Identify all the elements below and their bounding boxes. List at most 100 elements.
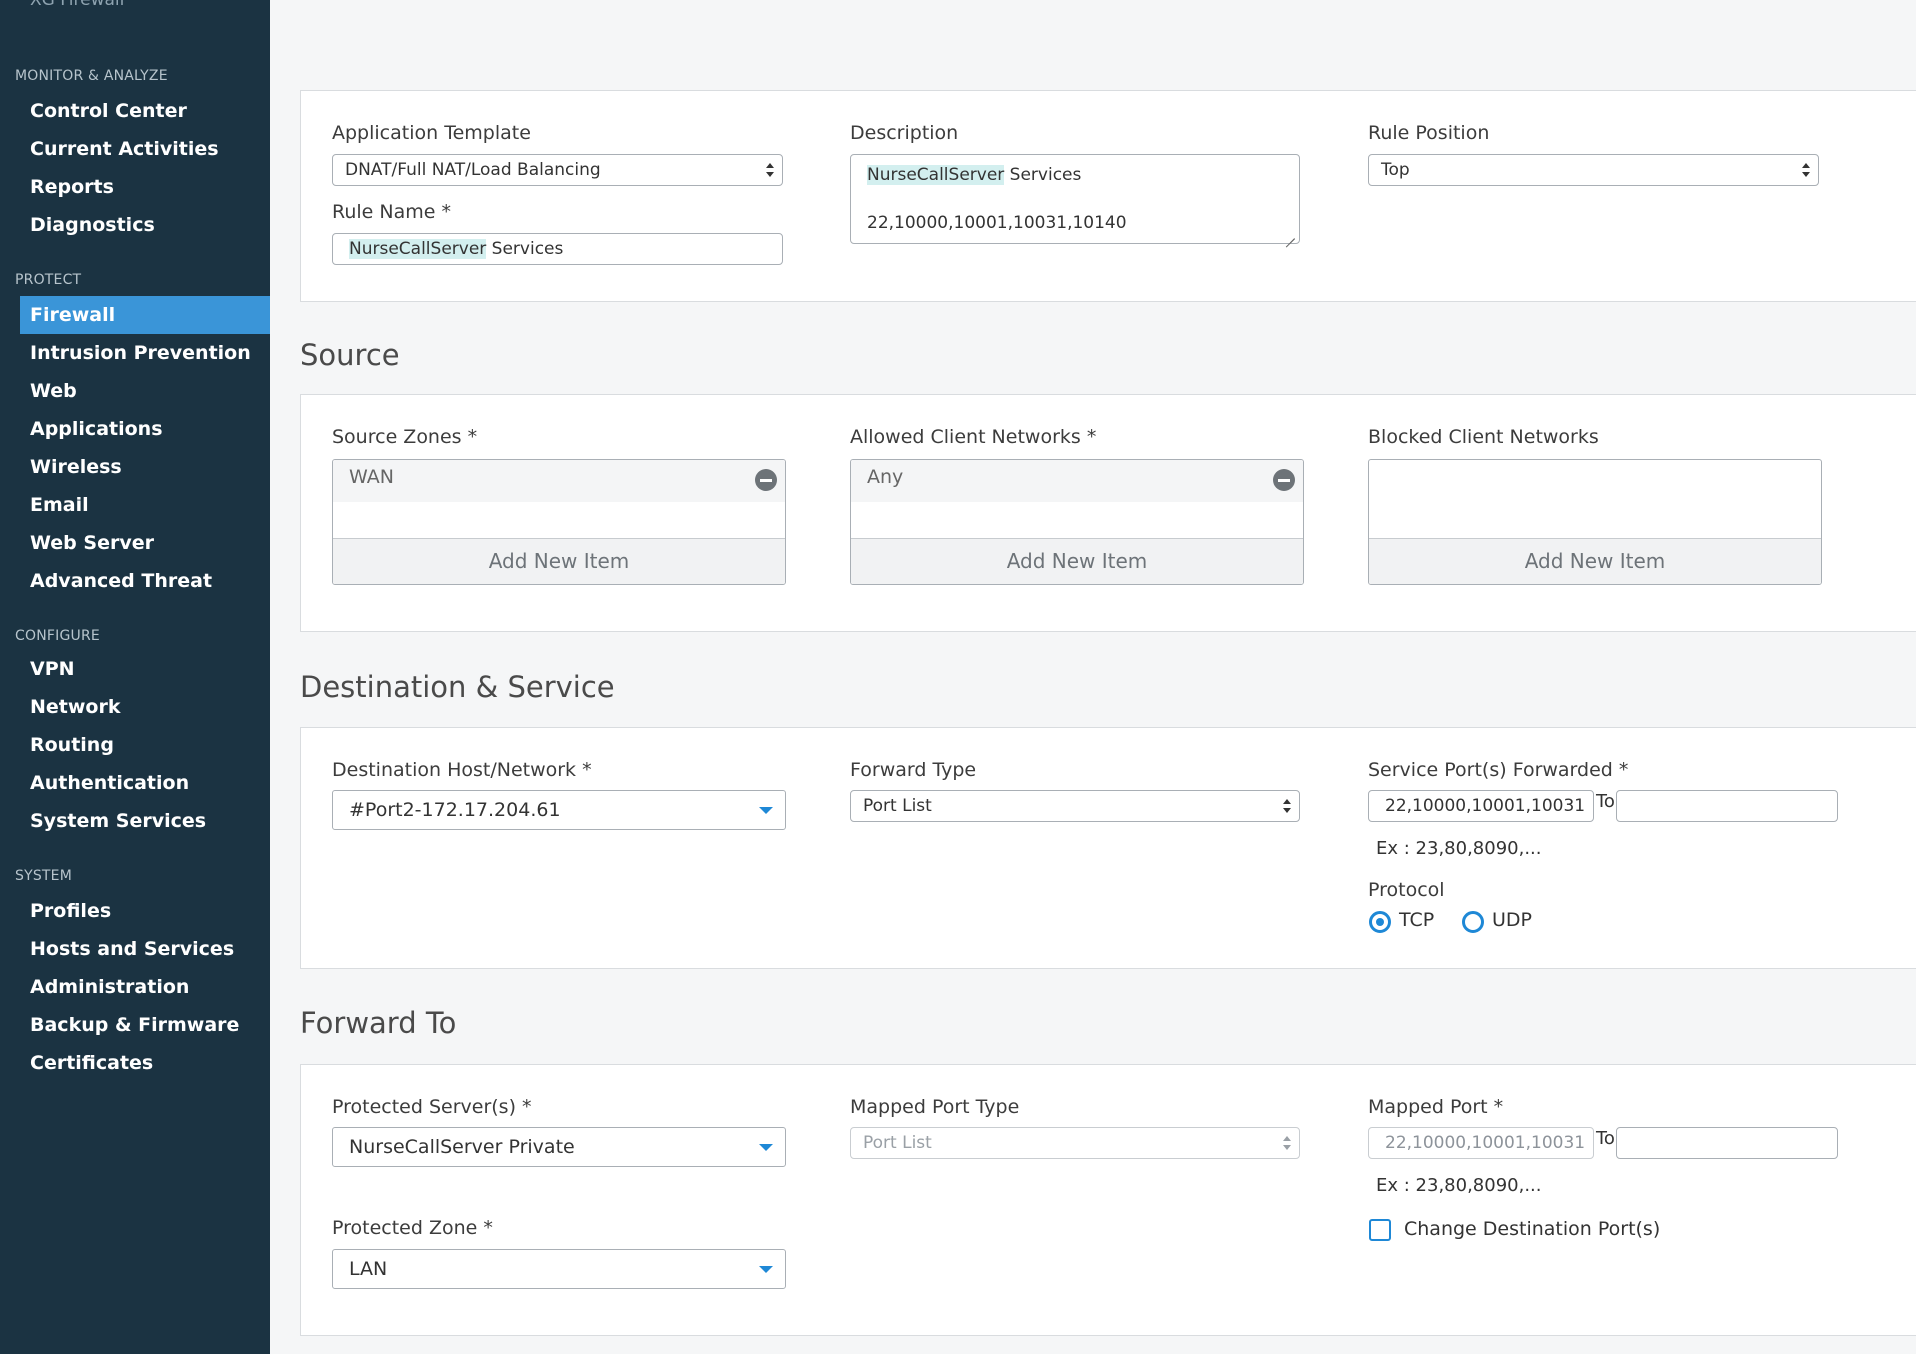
- source-heading: Source: [300, 338, 400, 372]
- mapped-port-type-value: Port List: [863, 1133, 932, 1153]
- chevron-down-icon: [759, 1144, 773, 1151]
- app-template-value: DNAT/Full NAT/Load Balancing: [345, 160, 601, 180]
- protected-server-label: Protected Server(s) *: [332, 1096, 532, 1118]
- select-arrows-icon: [1283, 797, 1291, 815]
- sidebar-section-configure: CONFIGURE: [15, 628, 100, 644]
- chevron-down-icon: [759, 807, 773, 814]
- sidebar-item-routing[interactable]: Routing: [20, 726, 270, 764]
- app-template-label: Application Template: [332, 122, 531, 144]
- service-ports-input[interactable]: 22,10000,10001,10031: [1368, 790, 1594, 822]
- source-zone-value: WAN: [349, 466, 394, 488]
- to-label: To: [1596, 791, 1615, 812]
- source-zones-label: Source Zones *: [332, 426, 478, 448]
- rule-name-label: Rule Name *: [332, 201, 451, 223]
- app-template-select[interactable]: DNAT/Full NAT/Load Balancing: [332, 154, 783, 186]
- forward-type-label: Forward Type: [850, 759, 977, 781]
- protocol-tcp-radio[interactable]: [1369, 911, 1391, 933]
- description-textarea[interactable]: NurseCallServer Services 22,10000,10001,…: [850, 154, 1300, 244]
- protocol-tcp-label: TCP: [1399, 909, 1435, 931]
- list-item: Any: [851, 460, 1303, 502]
- mapped-port-label: Mapped Port *: [1368, 1096, 1504, 1118]
- description-line2: 22,10000,10001,10031,10140: [867, 213, 1127, 233]
- protected-server-select[interactable]: NurseCallServer Private: [332, 1127, 786, 1167]
- sidebar-item-administration[interactable]: Administration: [20, 968, 270, 1006]
- destination-host-value: #Port2-172.17.204.61: [349, 799, 561, 821]
- sidebar-item-firewall[interactable]: Firewall: [20, 296, 270, 334]
- add-new-item-button[interactable]: Add New Item: [1369, 538, 1821, 584]
- sidebar-item-vpn[interactable]: VPN: [20, 650, 270, 688]
- allowed-networks-list: Any Add New Item: [850, 459, 1304, 585]
- sidebar-item-applications[interactable]: Applications: [20, 410, 270, 448]
- description-highlight: NurseCallServer: [867, 165, 1005, 185]
- rule-position-label: Rule Position: [1368, 122, 1490, 144]
- mapped-port-example: Ex : 23,80,8090,...: [1376, 1175, 1542, 1196]
- sidebar-section-protect: PROTECT: [15, 272, 82, 288]
- sidebar-item-current-activities[interactable]: Current Activities: [20, 130, 270, 168]
- source-zones-list: WAN Add New Item: [332, 459, 786, 585]
- protocol-label: Protocol: [1368, 879, 1445, 901]
- add-new-item-button[interactable]: Add New Item: [851, 538, 1303, 584]
- add-new-item-button[interactable]: Add New Item: [333, 538, 785, 584]
- service-ports-example: Ex : 23,80,8090,...: [1376, 838, 1542, 859]
- sidebar-item-network[interactable]: Network: [20, 688, 270, 726]
- description-line1-rest: Services: [1004, 165, 1082, 185]
- destination-heading: Destination & Service: [300, 670, 615, 704]
- sidebar-item-control-center[interactable]: Control Center: [20, 92, 270, 130]
- sidebar-item-certificates[interactable]: Certificates: [20, 1044, 270, 1082]
- change-destination-checkbox[interactable]: [1369, 1219, 1391, 1241]
- forward-type-select[interactable]: Port List: [850, 790, 1300, 822]
- rule-name-input[interactable]: NurseCallServer Services: [332, 233, 783, 265]
- sidebar-item-authentication[interactable]: Authentication: [20, 764, 270, 802]
- sidebar-item-profiles[interactable]: Profiles: [20, 892, 270, 930]
- remove-icon[interactable]: [755, 469, 777, 491]
- protected-server-value: NurseCallServer Private: [349, 1136, 575, 1158]
- sidebar-item-reports[interactable]: Reports: [20, 168, 270, 206]
- resize-handle-icon[interactable]: [1284, 228, 1296, 240]
- forward-to-card: Protected Server(s) * NurseCallServer Pr…: [300, 1064, 1916, 1336]
- rule-position-value: Top: [1381, 160, 1410, 180]
- to-label: To: [1596, 1128, 1615, 1149]
- sidebar-item-advanced-threat[interactable]: Advanced Threat: [20, 562, 270, 600]
- allowed-networks-label: Allowed Client Networks *: [850, 426, 1097, 448]
- rule-position-select[interactable]: Top: [1368, 154, 1819, 186]
- sidebar-item-wireless[interactable]: Wireless: [20, 448, 270, 486]
- forward-type-value: Port List: [863, 796, 932, 816]
- select-arrows-icon: [1802, 161, 1810, 179]
- mapped-port-type-label: Mapped Port Type: [850, 1096, 1020, 1118]
- protected-zone-select[interactable]: LAN: [332, 1249, 786, 1289]
- blocked-networks-list: Add New Item: [1368, 459, 1822, 585]
- destination-host-label: Destination Host/Network *: [332, 759, 592, 781]
- rule-name-rest: Services: [486, 239, 564, 259]
- sidebar-item-backup-firmware[interactable]: Backup & Firmware: [20, 1006, 270, 1044]
- chevron-down-icon: [759, 1266, 773, 1273]
- brand-title: XG Firewall: [30, 0, 125, 10]
- main-content: Application Template DNAT/Full NAT/Load …: [270, 0, 1916, 1354]
- source-card: Source Zones * WAN Add New Item Allowed …: [300, 394, 1916, 632]
- service-ports-to-input[interactable]: [1616, 790, 1838, 822]
- allowed-network-value: Any: [867, 466, 904, 488]
- sidebar-item-web-server[interactable]: Web Server: [20, 524, 270, 562]
- general-card: Application Template DNAT/Full NAT/Load …: [300, 90, 1916, 302]
- service-ports-value: 22,10000,10001,10031: [1385, 796, 1586, 816]
- rule-name-highlight: NurseCallServer: [349, 239, 487, 259]
- description-label: Description: [850, 122, 959, 144]
- sidebar-item-diagnostics[interactable]: Diagnostics: [20, 206, 270, 244]
- sidebar-item-email[interactable]: Email: [20, 486, 270, 524]
- sidebar-section-monitor: MONITOR & ANALYZE: [15, 68, 168, 84]
- list-item: WAN: [333, 460, 785, 502]
- change-destination-label: Change Destination Port(s): [1404, 1218, 1661, 1240]
- sidebar-item-web[interactable]: Web: [20, 372, 270, 410]
- destination-host-select[interactable]: #Port2-172.17.204.61: [332, 790, 786, 830]
- mapped-port-to-input[interactable]: [1616, 1127, 1838, 1159]
- sidebar-item-system-services[interactable]: System Services: [20, 802, 270, 840]
- blocked-networks-label: Blocked Client Networks: [1368, 426, 1599, 448]
- sidebar-item-hosts-and-services[interactable]: Hosts and Services: [20, 930, 270, 968]
- mapped-port-input[interactable]: 22,10000,10001,10031: [1368, 1127, 1594, 1159]
- mapped-port-type-select[interactable]: Port List: [850, 1127, 1300, 1159]
- select-arrows-icon: [1283, 1134, 1291, 1152]
- sidebar-item-intrusion-prevention[interactable]: Intrusion Prevention: [20, 334, 270, 372]
- destination-card: Destination Host/Network * #Port2-172.17…: [300, 727, 1916, 969]
- protected-zone-value: LAN: [349, 1258, 388, 1280]
- protocol-udp-radio[interactable]: [1462, 911, 1484, 933]
- remove-icon[interactable]: [1273, 469, 1295, 491]
